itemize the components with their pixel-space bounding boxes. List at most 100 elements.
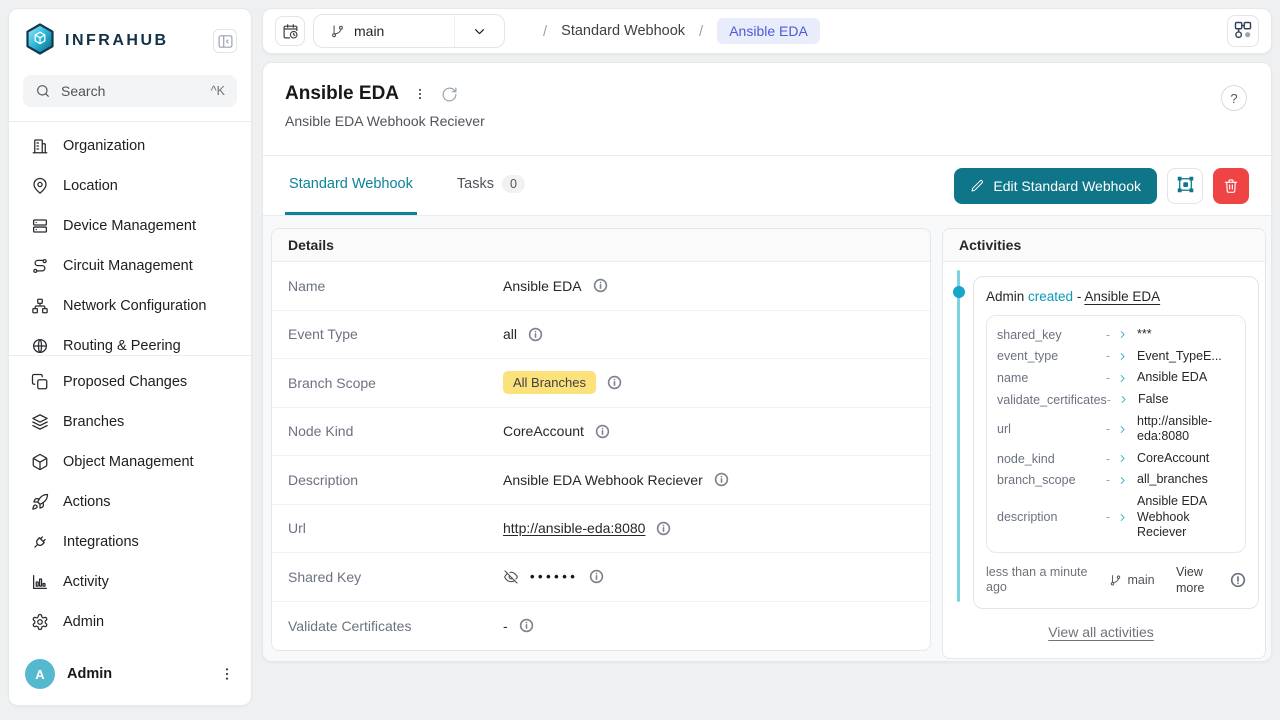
info-icon[interactable] [1230,572,1246,588]
delete-button[interactable] [1213,168,1249,204]
activities-title: Activities [943,229,1265,262]
sidebar-item-proposed-changes[interactable]: Proposed Changes [21,362,239,402]
detail-value: all [503,326,517,342]
tab-tasks[interactable]: Tasks 0 [453,156,529,215]
sidebar-item-actions[interactable]: Actions [21,482,239,522]
git-branch-icon [330,24,345,39]
activity-branch: main [1096,573,1168,587]
sidebar-item-object-management[interactable]: Object Management [21,442,239,482]
sidebar-item-label: Location [63,178,118,194]
info-icon[interactable] [714,472,729,487]
sidebar-item-circuit-management[interactable]: Circuit Management [21,246,239,286]
branch-scope-badge: All Branches [503,371,596,394]
sidebar-item-activity[interactable]: Activity [21,562,239,602]
git-branch-icon [1109,574,1122,587]
sidebar-item-label: Proposed Changes [63,374,187,390]
search-input[interactable]: Search ^K [23,75,237,107]
view-more-link[interactable]: View more [1176,564,1222,597]
sidebar-item-label: Routing & Peering [63,338,181,354]
info-icon[interactable] [528,327,543,342]
detail-label: Node Kind [288,423,503,439]
building-icon [31,137,49,155]
schema-icon [1233,20,1253,43]
sidebar-menu-primary: Organization Location Device Management … [9,121,251,355]
sidebar: INFRAHUB Search ^K Organization Location… [8,8,252,706]
sidebar-item-label: Admin [63,614,104,630]
chevron-down-icon [471,23,488,40]
page-subtitle: Ansible EDA Webhook Reciever [285,113,1249,129]
server-icon [31,217,49,235]
view-all-activities-link[interactable]: View all activities [943,624,1259,640]
activity-entry-title: Admin created - Ansible EDA [986,289,1246,304]
details-title: Details [272,229,930,262]
schema-button[interactable] [1227,15,1259,47]
tab-badge: 0 [502,175,525,193]
branch-current: main [314,15,454,47]
branch-dropdown-toggle[interactable] [454,15,504,47]
change-row: description - Ansible EDA Webhook Reciev… [997,491,1235,544]
sidebar-item-branches[interactable]: Branches [21,402,239,442]
detail-row-description: Description Ansible EDA Webhook Reciever [272,456,930,505]
help-button[interactable]: ? [1221,85,1247,111]
edit-webhook-button[interactable]: Edit Standard Webhook [954,168,1157,204]
time-travel-button[interactable] [275,16,305,46]
sidebar-item-label: Network Configuration [63,298,206,314]
sidebar-item-label: Integrations [63,534,139,550]
rocket-icon [31,493,49,511]
tab-label: Standard Webhook [289,176,413,192]
info-icon[interactable] [519,618,534,633]
breadcrumb-separator: / [543,23,547,40]
plug-icon [31,533,49,551]
sidebar-item-organization[interactable]: Organization [21,126,239,166]
refresh-icon[interactable] [441,86,458,103]
sidebar-item-location[interactable]: Location [21,166,239,206]
topbar: main / Standard Webhook / Ansible EDA [262,8,1272,54]
info-icon[interactable] [607,375,622,390]
masked-value: •••••• [530,569,578,584]
eye-off-icon[interactable] [503,569,519,585]
info-icon[interactable] [656,521,671,536]
url-link[interactable]: http://ansible-eda:8080 [503,520,645,536]
detail-label: Validate Certificates [288,618,503,634]
tab-standard-webhook[interactable]: Standard Webhook [285,156,417,215]
app-name: INFRAHUB [65,32,213,50]
sidebar-collapse-button[interactable] [213,29,237,53]
user-menu[interactable]: A Admin [9,647,251,705]
chevron-right-icon [1117,424,1128,435]
sidebar-item-device-management[interactable]: Device Management [21,206,239,246]
kebab-menu-icon[interactable] [219,666,235,682]
sidebar-item-routing-peering[interactable]: Routing & Peering [21,326,239,355]
info-icon[interactable] [595,424,610,439]
detail-row-validate-certificates: Validate Certificates - [272,602,930,651]
title-kebab-menu-icon[interactable] [413,87,427,101]
info-icon[interactable] [593,278,608,293]
sidebar-item-integrations[interactable]: Integrations [21,522,239,562]
sidebar-item-network-configuration[interactable]: Network Configuration [21,286,239,326]
detail-row-name: Name Ansible EDA [272,262,930,311]
branch-selector[interactable]: main [313,14,505,48]
group-select-icon [1176,175,1195,197]
detail-value: - [503,618,508,634]
activity-target-link[interactable]: Ansible EDA [1084,289,1160,304]
detail-value: CoreAccount [503,423,584,439]
route-icon [31,257,49,275]
sidebar-item-label: Organization [63,138,145,154]
content-area: Details Name Ansible EDA Event Type all … [263,216,1271,661]
breadcrumb-current[interactable]: Ansible EDA [717,18,820,44]
manage-groups-button[interactable] [1167,168,1203,204]
breadcrumb-parent[interactable]: Standard Webhook [561,23,685,39]
search-placeholder: Search [61,83,201,99]
sidebar-item-label: Actions [63,494,111,510]
activity-changes: shared_key - *** event_type - Event_Type… [986,315,1246,553]
change-row: event_type - Event_TypeE... [997,346,1235,368]
info-icon[interactable] [589,569,604,584]
gear-icon [31,613,49,631]
sidebar-menu-secondary: Proposed Changes Branches Object Managem… [9,355,251,647]
sidebar-item-label: Activity [63,574,109,590]
sidebar-item-label: Object Management [63,454,194,470]
detail-row-shared-key: Shared Key •••••• [272,553,930,602]
sidebar-item-admin[interactable]: Admin [21,602,239,642]
search-shortcut: ^K [211,84,225,98]
network-icon [31,297,49,315]
search-icon [35,83,51,99]
